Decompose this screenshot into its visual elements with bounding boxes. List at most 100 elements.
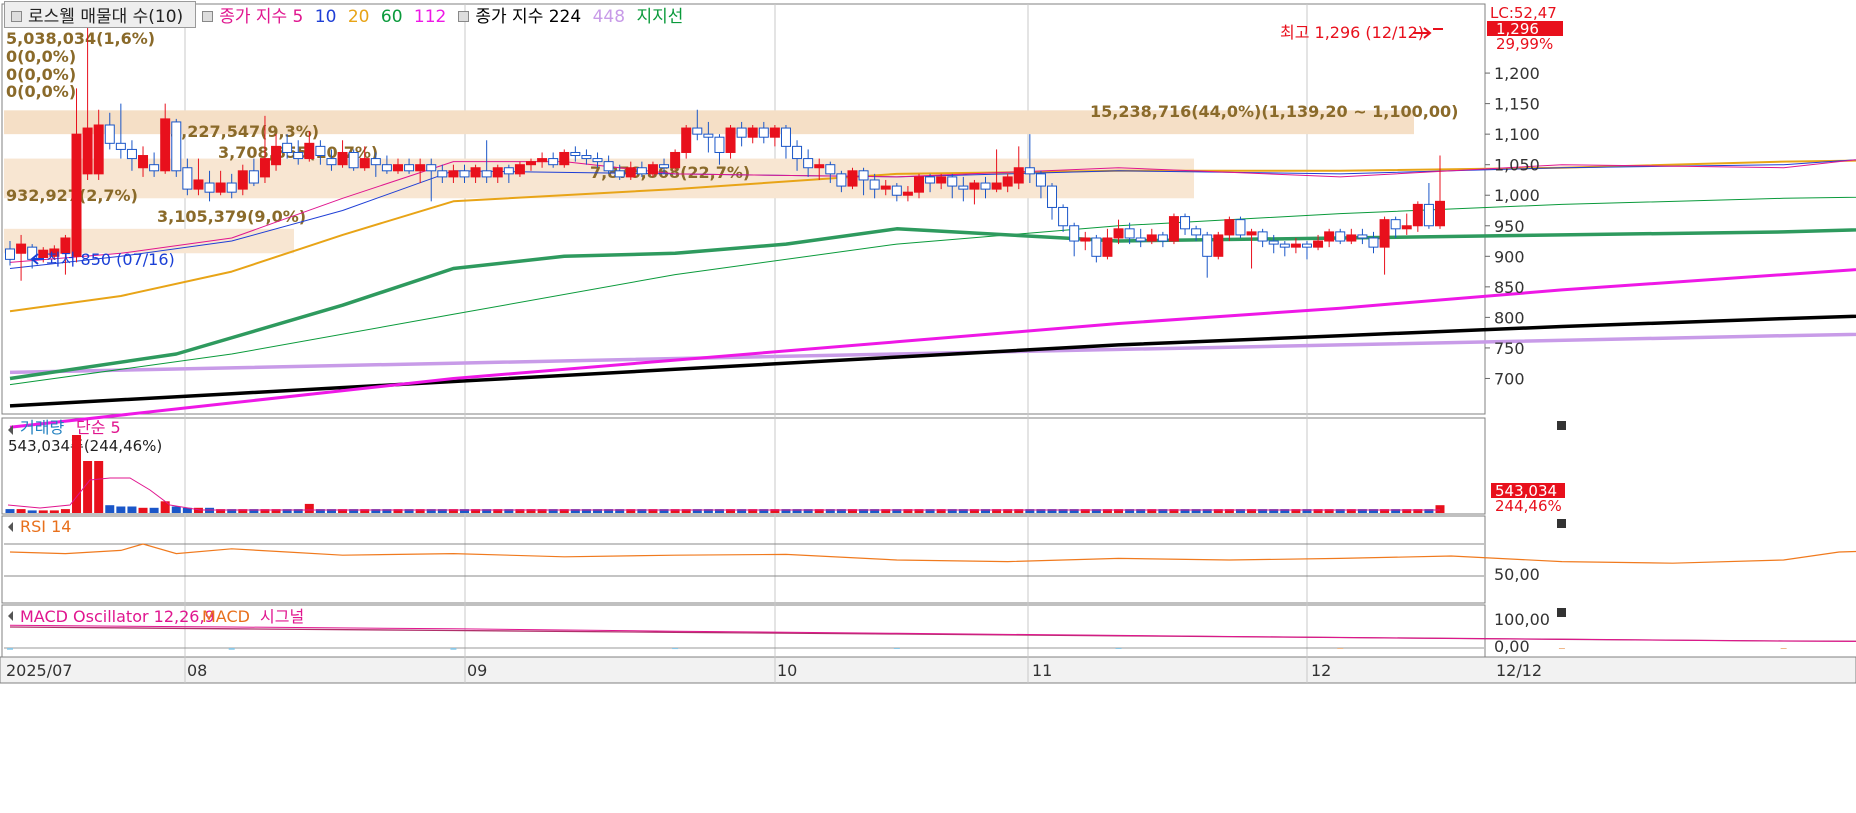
candle-body xyxy=(1324,231,1335,242)
volume-profile-label: 7,876,868(22,7%) xyxy=(590,163,750,182)
volume-bar xyxy=(38,510,48,513)
volume-bar xyxy=(94,461,104,513)
candle-body xyxy=(1202,234,1213,257)
candle-body xyxy=(1135,237,1146,242)
macd-tick: 0,00 xyxy=(1494,637,1530,656)
candle-body xyxy=(1069,225,1080,242)
rsi-tick: 50,00 xyxy=(1494,565,1540,584)
ma224-legend: 종가 지수 224 xyxy=(475,6,582,27)
candle-body xyxy=(1290,243,1301,248)
candle-body xyxy=(526,161,537,166)
candle-body xyxy=(204,182,215,193)
candle-body xyxy=(1313,240,1324,248)
candle-body xyxy=(71,133,82,257)
candle-body xyxy=(492,167,503,178)
macd-osc-bar xyxy=(672,648,679,650)
candle-body xyxy=(82,127,93,175)
candle-body xyxy=(282,142,293,153)
candle-body xyxy=(126,148,137,160)
candle-body xyxy=(736,127,747,138)
close-icon xyxy=(1557,519,1566,528)
candle-body xyxy=(703,133,714,138)
ma20-legend: 20 xyxy=(347,6,370,27)
candle-body xyxy=(1191,228,1202,236)
candle-body xyxy=(359,158,370,169)
candle-body xyxy=(780,127,791,147)
candle-body xyxy=(869,179,880,190)
candle-body xyxy=(925,176,936,184)
candle-body xyxy=(1257,231,1268,242)
candle-body xyxy=(537,158,548,163)
candle-body xyxy=(902,191,913,196)
candle-body xyxy=(1246,231,1257,236)
volume-bar xyxy=(127,506,137,513)
x-axis-label: 08 xyxy=(187,661,207,680)
candle-body xyxy=(559,151,570,166)
ma60-legend: 60 xyxy=(380,6,403,27)
candle-body xyxy=(470,167,481,178)
candle-body xyxy=(193,179,204,190)
candle-body xyxy=(792,145,803,160)
candle-body xyxy=(503,167,514,175)
chart-svg: 5,038,034(1,6%)0(0,0%)0(0,0%)0(0,0%)932,… xyxy=(0,0,1856,809)
macd-osc-bar xyxy=(7,648,13,650)
volume-profile-label: 15,238,716(44,0%)(1,139,20 ~ 1,100,00) xyxy=(1090,102,1458,121)
candle-body xyxy=(1357,234,1368,239)
macd-osc-bar xyxy=(1558,648,1565,649)
volume-profile-label: 3,227,547(9,3%) xyxy=(170,122,319,141)
candle-body xyxy=(947,176,958,187)
candle-body xyxy=(259,158,270,178)
candle-body xyxy=(581,155,592,160)
volume-bar xyxy=(138,507,148,513)
candle-body xyxy=(1047,185,1058,208)
candle-body xyxy=(304,142,315,160)
volume-bar xyxy=(304,503,314,513)
volume-bar xyxy=(5,509,15,513)
candle-body xyxy=(880,185,891,190)
candle-body xyxy=(226,182,237,193)
candle-body xyxy=(237,170,248,190)
price-tick-label: 1,150 xyxy=(1494,95,1540,114)
candle-body xyxy=(1002,176,1013,187)
candle-body xyxy=(1024,167,1035,175)
candle-body xyxy=(814,164,825,169)
price-tick-label: 700 xyxy=(1494,369,1525,388)
ma112-legend: 112 xyxy=(413,6,447,27)
macd-osc-bar xyxy=(893,648,900,649)
volume-value-label: 543,034주(244,46%) xyxy=(8,437,162,455)
candle-body xyxy=(670,151,681,169)
candle-body xyxy=(714,136,725,153)
candle-body xyxy=(1157,234,1168,242)
candle-body xyxy=(370,158,381,166)
candle-body xyxy=(936,176,947,184)
candle-body xyxy=(1035,173,1046,187)
chart-root: 5,038,034(1,6%)0(0,0%)0(0,0%)0(0,0%)932,… xyxy=(0,0,1856,809)
candle-body xyxy=(847,170,858,187)
signal-label: 시그널 xyxy=(260,607,304,626)
candle-body xyxy=(1301,243,1312,248)
ma2-legend[interactable]: 종가 지수 224 448 지지선 xyxy=(458,2,689,27)
close-icon xyxy=(1557,608,1566,617)
candle-body xyxy=(969,182,980,190)
chart-title-tab[interactable]: 로스웰 매물대 수(10) xyxy=(4,0,197,28)
candle-body xyxy=(1091,237,1102,257)
candle-body xyxy=(769,127,780,138)
macd-osc-bar xyxy=(1115,648,1122,649)
candle-body xyxy=(415,164,426,172)
candle-body xyxy=(404,164,415,172)
candle-body xyxy=(958,185,969,190)
candle-body xyxy=(548,158,559,166)
candle-body xyxy=(248,170,259,184)
candle-body xyxy=(603,161,614,172)
candle-body xyxy=(1368,237,1379,248)
price-tick-label: 1,200 xyxy=(1494,64,1540,83)
candle-body xyxy=(980,182,991,190)
x-axis-label: 2025/07 xyxy=(6,661,72,680)
candle-body xyxy=(913,176,924,193)
ma-legend[interactable]: 종가 지수 5 10 20 60 112 xyxy=(202,2,452,27)
price-tick-label: 1,000 xyxy=(1494,186,1540,205)
current-pct-label: 29,99% xyxy=(1496,35,1553,53)
candle-body xyxy=(692,127,703,135)
candle-body xyxy=(1346,234,1357,242)
volume-bar xyxy=(105,505,115,513)
